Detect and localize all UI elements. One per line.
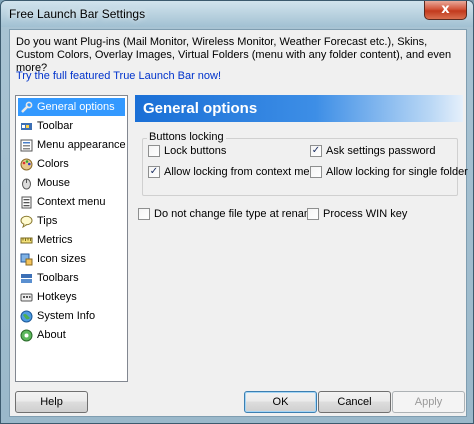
promo-link[interactable]: Try the full featured True Launch Bar no… — [16, 70, 221, 82]
checkbox-label: Allow locking for single folder — [326, 166, 468, 178]
checkbox-label: Lock buttons — [164, 145, 227, 157]
nav-item-toolbars[interactable]: Toolbars — [18, 269, 125, 287]
no-change-file-type-checkbox[interactable]: Do not change file type at rename — [138, 208, 319, 220]
checkmark-icon: ✓ — [311, 145, 321, 156]
process-win-key-checkbox[interactable]: Process WIN key — [307, 208, 407, 220]
title-bar[interactable]: Free Launch Bar Settings x — [1, 1, 473, 27]
toolbar-icon — [21, 122, 32, 130]
ok-button[interactable]: OK — [244, 391, 317, 413]
nav-label: Toolbars — [37, 272, 79, 284]
apply-button[interactable]: Apply — [392, 391, 465, 413]
nav-item-menu-appearance[interactable]: Menu appearance — [18, 136, 126, 154]
nav-item-system-info[interactable]: System Info — [18, 307, 125, 325]
checkbox-label: Ask settings password — [326, 145, 436, 157]
nav-item-hotkeys[interactable]: Hotkeys — [18, 288, 125, 306]
allow-context-menu-checkbox[interactable]: ✓ Allow locking from context menu — [148, 166, 322, 178]
nav-label: Toolbar — [37, 120, 74, 132]
allow-single-folder-checkbox[interactable]: Allow locking for single folder — [310, 166, 468, 178]
metrics-icon — [20, 237, 33, 243]
section-title: General options — [143, 100, 258, 117]
about-icon — [20, 329, 33, 341]
checkbox-label: Allow locking from context menu — [164, 166, 322, 178]
nav-item-metrics[interactable]: Metrics — [18, 231, 125, 249]
nav-label: Context menu — [37, 196, 106, 208]
nav-label: Metrics — [37, 234, 73, 246]
checkbox-box: ✓ — [310, 145, 322, 157]
tip-balloon-icon — [20, 215, 33, 228]
mouse-icon — [22, 178, 31, 189]
close-icon: x — [441, 2, 450, 17]
nav-item-tips[interactable]: Tips — [18, 212, 125, 230]
wrench-icon — [21, 101, 33, 113]
checkmark-icon: ✓ — [149, 166, 159, 177]
nav-label: Icon sizes — [37, 253, 86, 265]
checkbox-box — [310, 166, 322, 178]
nav-label: General options — [37, 101, 115, 113]
group-label: Buttons locking — [147, 131, 226, 143]
nav-label: About — [37, 329, 66, 341]
dialog-client-area: Do you want Plug-ins (Mail Monitor, Wire… — [9, 29, 468, 417]
nav-item-general-options[interactable]: General options — [18, 98, 125, 116]
hotkeys-icon — [20, 293, 33, 301]
nav-label: Hotkeys — [37, 291, 77, 303]
checkbox-box — [148, 145, 160, 157]
nav-label: Colors — [37, 158, 69, 170]
context-menu-icon — [21, 196, 32, 208]
checkbox-label: Process WIN key — [323, 208, 408, 220]
nav-item-toolbar[interactable]: Toolbar — [18, 117, 125, 135]
nav-label: Tips — [37, 215, 58, 227]
checkbox-label: Do not change file type at rename — [154, 208, 320, 220]
lock-buttons-checkbox[interactable]: Lock buttons — [148, 145, 226, 157]
nav-label: System Info — [37, 310, 96, 322]
nav-list: General options Toolbar Menu appearance … — [15, 95, 128, 382]
nav-item-colors[interactable]: Colors — [18, 155, 125, 173]
settings-window: Free Launch Bar Settings x Do you want P… — [0, 0, 474, 424]
checkbox-box — [307, 208, 319, 220]
globe-icon — [20, 310, 33, 322]
close-button[interactable]: x — [424, 1, 467, 20]
nav-item-icon-sizes[interactable]: Icon sizes — [18, 250, 125, 268]
checkbox-box: ✓ — [148, 166, 160, 178]
nav-label: Mouse — [37, 177, 71, 189]
cancel-button[interactable]: Cancel — [318, 391, 391, 413]
section-header: General options — [135, 95, 463, 122]
nav-item-about[interactable]: About — [18, 326, 125, 344]
toolbars-icon — [21, 273, 32, 283]
help-button[interactable]: Help — [15, 391, 88, 413]
ask-password-checkbox[interactable]: ✓ Ask settings password — [310, 145, 435, 157]
window-title: Free Launch Bar Settings — [9, 7, 146, 21]
nav-item-context-menu[interactable]: Context menu — [18, 193, 125, 211]
menu-icon — [20, 139, 33, 151]
content-panel: General options Buttons locking Lock but… — [135, 95, 468, 382]
icon-sizes-icon — [20, 253, 33, 265]
checkbox-box — [138, 208, 150, 220]
nav-item-mouse[interactable]: Mouse — [18, 174, 125, 192]
palette-icon — [20, 158, 33, 170]
nav-label: Menu appearance — [37, 139, 126, 151]
